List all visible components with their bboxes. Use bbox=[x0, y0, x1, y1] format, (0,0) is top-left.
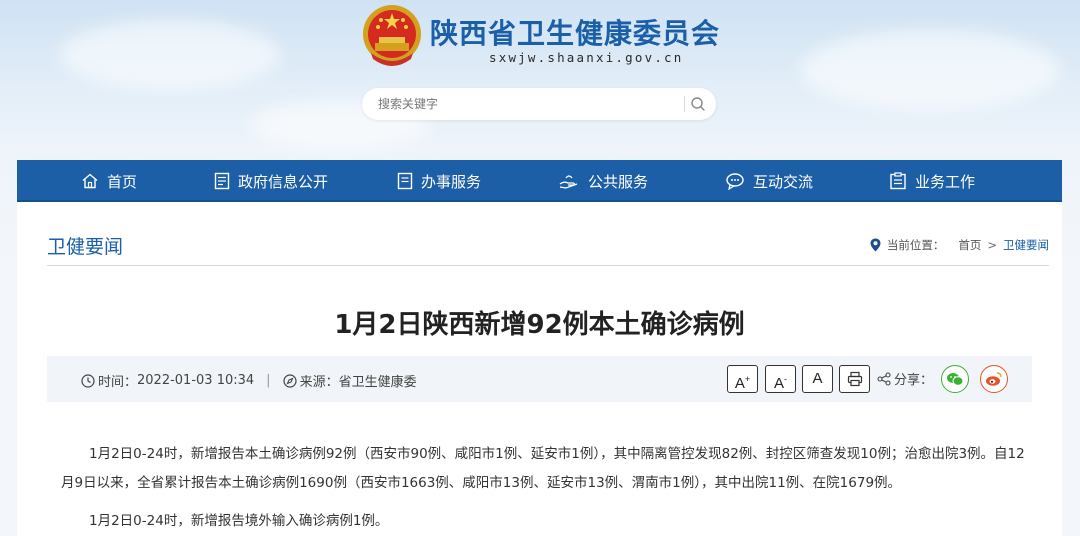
article-meta-bar: 时间： 2022-01-03 10:34 | 来源： 省卫生健康委 A+ A- … bbox=[47, 356, 1032, 402]
nav-item-services[interactable]: 办事服务 bbox=[397, 160, 481, 202]
hand-service-icon bbox=[559, 175, 578, 189]
search-input[interactable] bbox=[378, 88, 668, 120]
site-domain: sxwjw.shaanxi.gov.cn bbox=[489, 50, 684, 65]
time-label: 时间： bbox=[98, 375, 138, 390]
location-pin-icon bbox=[870, 238, 881, 252]
site-header: 陕西省卫生健康委员会 sxwjw.shaanxi.gov.cn bbox=[0, 0, 1080, 160]
section-title: 卫健要闻 bbox=[47, 236, 124, 258]
clipboard-icon bbox=[890, 172, 906, 190]
share-wechat-button[interactable] bbox=[941, 365, 969, 393]
search-icon[interactable] bbox=[690, 96, 706, 112]
home-icon bbox=[82, 173, 98, 189]
source-value: 省卫生健康委 bbox=[338, 375, 417, 390]
weibo-icon bbox=[986, 372, 1002, 386]
clock-icon bbox=[81, 373, 95, 388]
content-panel: 卫健要闻 当前位置： 首页 > 卫健要闻 1月2日陕西新增92例本土确诊病例 时… bbox=[17, 202, 1062, 536]
form-icon bbox=[397, 172, 413, 190]
search-box bbox=[362, 88, 716, 120]
nav-label: 政府信息公开 bbox=[238, 172, 329, 191]
site-title[interactable]: 陕西省卫生健康委员会 bbox=[430, 12, 720, 52]
share-weibo-button[interactable] bbox=[980, 365, 1008, 393]
main-nav: 首页 政府信息公开 办事服务 公共服务 互动交流 业务工作 bbox=[17, 160, 1062, 202]
source-label: 来源： bbox=[299, 375, 339, 390]
nav-label: 互动交流 bbox=[753, 172, 814, 191]
share-icon bbox=[877, 371, 891, 386]
font-size-increase-button[interactable]: A+ bbox=[727, 365, 758, 393]
nav-label: 办事服务 bbox=[421, 172, 482, 191]
print-button[interactable] bbox=[839, 365, 870, 393]
wechat-icon bbox=[947, 372, 964, 386]
section-header: 卫健要闻 当前位置： 首页 > 卫健要闻 bbox=[47, 218, 1049, 266]
breadcrumb: 当前位置： 首页 > 卫健要闻 bbox=[870, 237, 1049, 253]
nav-item-interaction[interactable]: 互动交流 bbox=[725, 160, 813, 202]
source-compass-icon bbox=[282, 373, 297, 388]
breadcrumb-current-link[interactable]: 卫健要闻 bbox=[1003, 237, 1049, 253]
breadcrumb-home-link[interactable]: 首页 bbox=[958, 237, 981, 253]
publish-time: 2022-01-03 10:34 bbox=[137, 373, 255, 388]
article-paragraph: 1月2日0-24时，新增报告本土确诊病例92例（西安市90例、咸阳市1例、延安市… bbox=[61, 446, 1025, 491]
nav-label: 首页 bbox=[107, 172, 138, 191]
font-size-reset-button[interactable]: A bbox=[802, 365, 833, 393]
breadcrumb-label: 当前位置： bbox=[886, 238, 945, 252]
font-size-decrease-button[interactable]: A- bbox=[765, 365, 796, 393]
nav-item-business[interactable]: 业务工作 bbox=[889, 160, 975, 202]
printer-icon bbox=[847, 371, 862, 387]
search-divider bbox=[684, 96, 685, 112]
article-meta-info: 时间： 2022-01-03 10:34 | 来源： 省卫生健康委 bbox=[81, 371, 417, 390]
meta-divider: | bbox=[266, 373, 271, 388]
nav-label: 业务工作 bbox=[915, 172, 976, 191]
nav-item-public-services[interactable]: 公共服务 bbox=[558, 160, 648, 202]
share-label: 分享： bbox=[894, 373, 934, 388]
document-list-icon bbox=[214, 172, 230, 190]
breadcrumb-separator: > bbox=[987, 238, 997, 252]
share-label-wrap: 分享： bbox=[877, 369, 933, 388]
chat-bubble-icon bbox=[726, 173, 744, 190]
article-title: 1月2日陕西新增92例本土确诊病例 bbox=[334, 310, 745, 340]
nav-label: 公共服务 bbox=[588, 172, 649, 191]
national-emblem-icon bbox=[363, 5, 421, 66]
article-paragraph: 1月2日0-24时，新增报告境外输入确诊病例1例。 bbox=[89, 513, 389, 529]
nav-item-gov-info[interactable]: 政府信息公开 bbox=[214, 160, 328, 202]
nav-item-home[interactable]: 首页 bbox=[81, 160, 137, 202]
